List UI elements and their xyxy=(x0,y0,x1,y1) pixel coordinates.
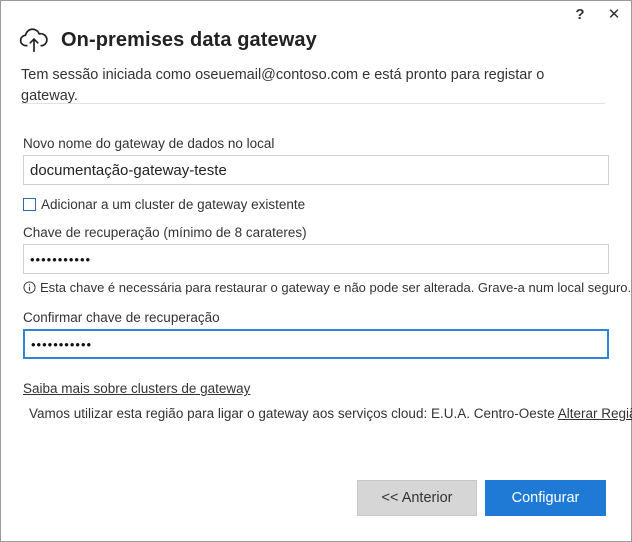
signin-status-text: Tem sessão iniciada como oseuemail@conto… xyxy=(21,67,545,104)
gateway-dialog: ? ✕ On-premises data gateway Tem sessão … xyxy=(0,0,632,542)
cluster-checkbox-label: Adicionar a um cluster de gateway existe… xyxy=(41,197,306,212)
titlebar-buttons: ? ✕ xyxy=(573,7,621,23)
confirm-key-input[interactable]: ••••••••••• xyxy=(23,329,609,359)
confirm-key-label: Confirmar chave de recuperação xyxy=(23,310,220,325)
region-text: Vamos utilizar esta região para ligar o … xyxy=(29,406,555,421)
dialog-title: On-premises data gateway xyxy=(61,28,317,51)
recovery-key-input[interactable]: ••••••••••• xyxy=(23,244,609,274)
back-button[interactable]: << Anterior xyxy=(357,480,477,516)
cluster-checkbox[interactable] xyxy=(23,198,36,211)
region-info: Vamos utilizar esta região para ligar o … xyxy=(29,406,632,421)
cloud-upload-icon xyxy=(19,28,48,53)
help-button[interactable]: ? xyxy=(573,7,587,23)
info-text: Esta chave é necessária para restaurar o… xyxy=(40,280,632,295)
header-divider xyxy=(21,103,605,104)
recovery-key-value: ••••••••••• xyxy=(30,251,92,267)
close-button[interactable]: ✕ xyxy=(607,7,621,23)
learn-more-clusters-link[interactable]: Saiba mais sobre clusters de gateway xyxy=(23,381,250,396)
configure-button[interactable]: Configurar xyxy=(485,480,606,516)
recovery-key-label: Chave de recuperação (mínimo de 8 carate… xyxy=(23,225,307,240)
info-icon xyxy=(23,281,36,294)
gateway-name-label: Novo nome do gateway de dados no local xyxy=(23,136,275,151)
confirm-key-value: ••••••••••• xyxy=(31,336,93,352)
change-region-link[interactable]: Alterar Região xyxy=(558,406,632,421)
gateway-name-value: documentação-gateway-teste xyxy=(30,161,227,179)
cluster-checkbox-row[interactable]: Adicionar a um cluster de gateway existe… xyxy=(23,197,305,212)
dialog-header: On-premises data gateway xyxy=(19,25,317,55)
recovery-key-info: Esta chave é necessária para restaurar o… xyxy=(23,280,631,295)
gateway-name-input[interactable]: documentação-gateway-teste xyxy=(23,155,609,185)
